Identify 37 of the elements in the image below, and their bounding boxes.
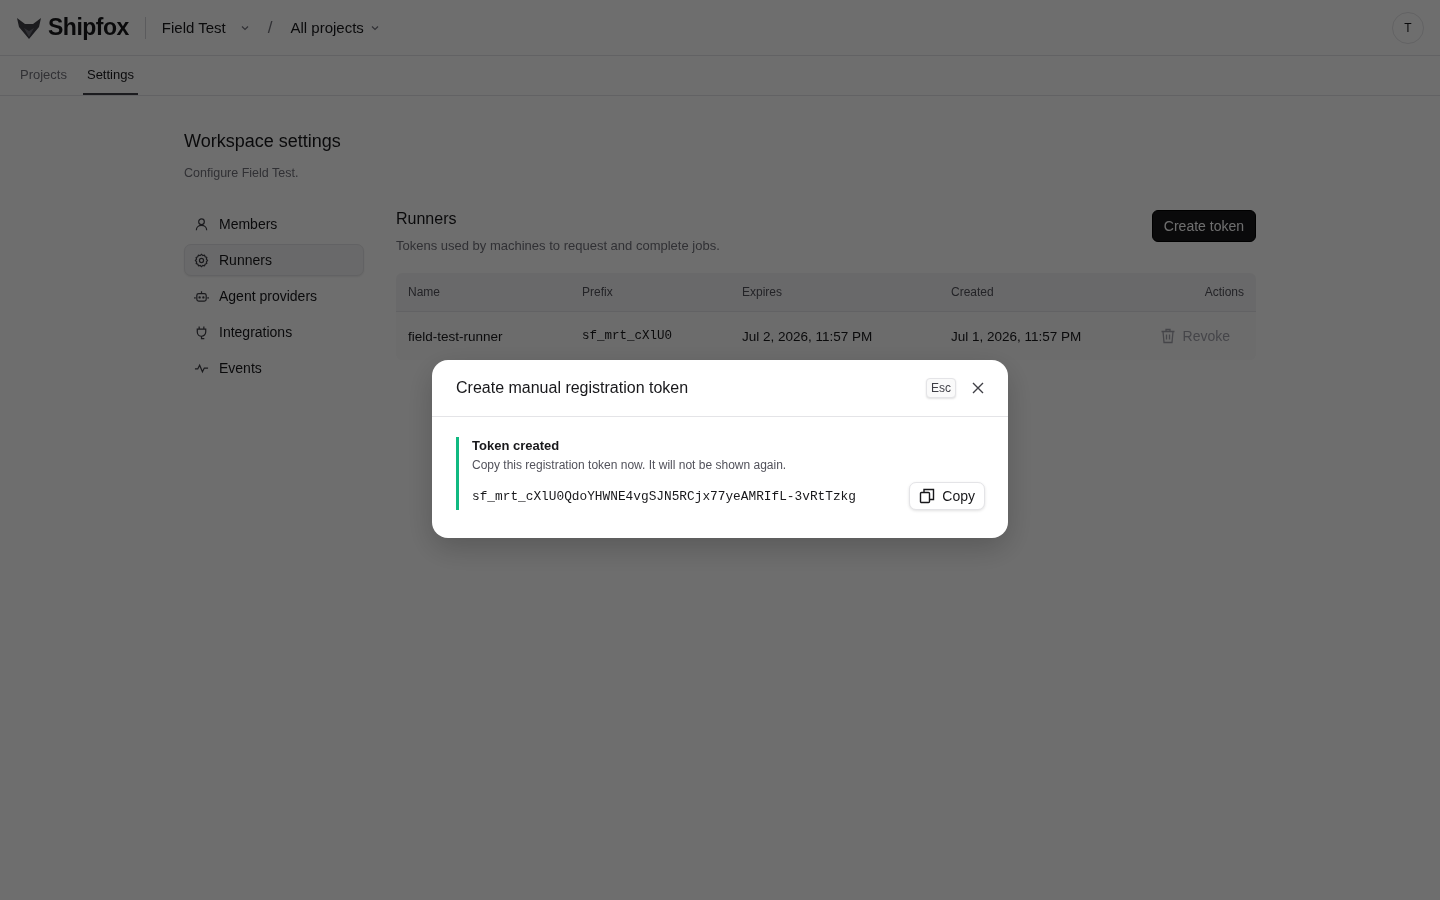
notice-text: Copy this registration token now. It will not be shown again. [472,458,788,472]
sidebar-item[interactable]: Integrations [184,316,364,348]
nav-tab[interactable]: Settings [82,56,138,95]
table-cell-text: Jul 2, 2026, 11:57 PM [742,328,874,344]
nav-tab[interactable]: Projects [16,56,71,95]
column-header: Actions [1204,285,1244,299]
gear-icon [194,252,209,268]
esc-key-hint: Esc [926,378,956,398]
dialog-title: Create manual registration token [456,379,690,397]
token-value: sf_mrt_cXlU0QdoYHWNE4vgSJN5RCjx77yeAMRIfL-3vRtTzkg [472,488,856,504]
column-header: Expires [742,285,783,299]
breadcrumb-separator: / [267,17,273,38]
sidebar-item[interactable]: Events [184,352,364,384]
sidebar-item[interactable]: Agent providers [184,280,364,312]
table-cell-text: Jul 1, 2026, 11:57 PM [951,328,1083,344]
sidebar-item[interactable]: Runners [184,244,364,276]
table-cell-text: sf_mrt_cXlU0 [582,329,673,343]
notice-title: Token created [472,438,561,453]
create-token-button[interactable]: Create token [1151,210,1256,242]
person-icon [194,216,209,232]
fox-logo-icon [16,15,42,40]
robot-icon [194,288,209,304]
workspace-switcher[interactable]: Field Test [161,19,250,36]
copy-icon [919,488,936,504]
sidebar-item[interactable]: Members [184,208,364,240]
copy-button[interactable]: Copy [909,482,985,510]
table-cell-text: field-test-runner [408,328,504,344]
page-title: Workspace settings [184,131,342,152]
section-title: Runners [396,210,458,228]
column-header: Prefix [582,285,614,299]
brand-name: Shipfox [48,14,129,41]
plug-icon [194,324,209,340]
section-description: Tokens used by machines to request and complete jobs. [396,238,720,253]
column-header: Name [408,285,441,299]
column-header: Created [951,285,995,299]
project-switcher[interactable]: All projects [290,19,380,36]
page-subtitle: Configure Field Test. [184,166,300,180]
